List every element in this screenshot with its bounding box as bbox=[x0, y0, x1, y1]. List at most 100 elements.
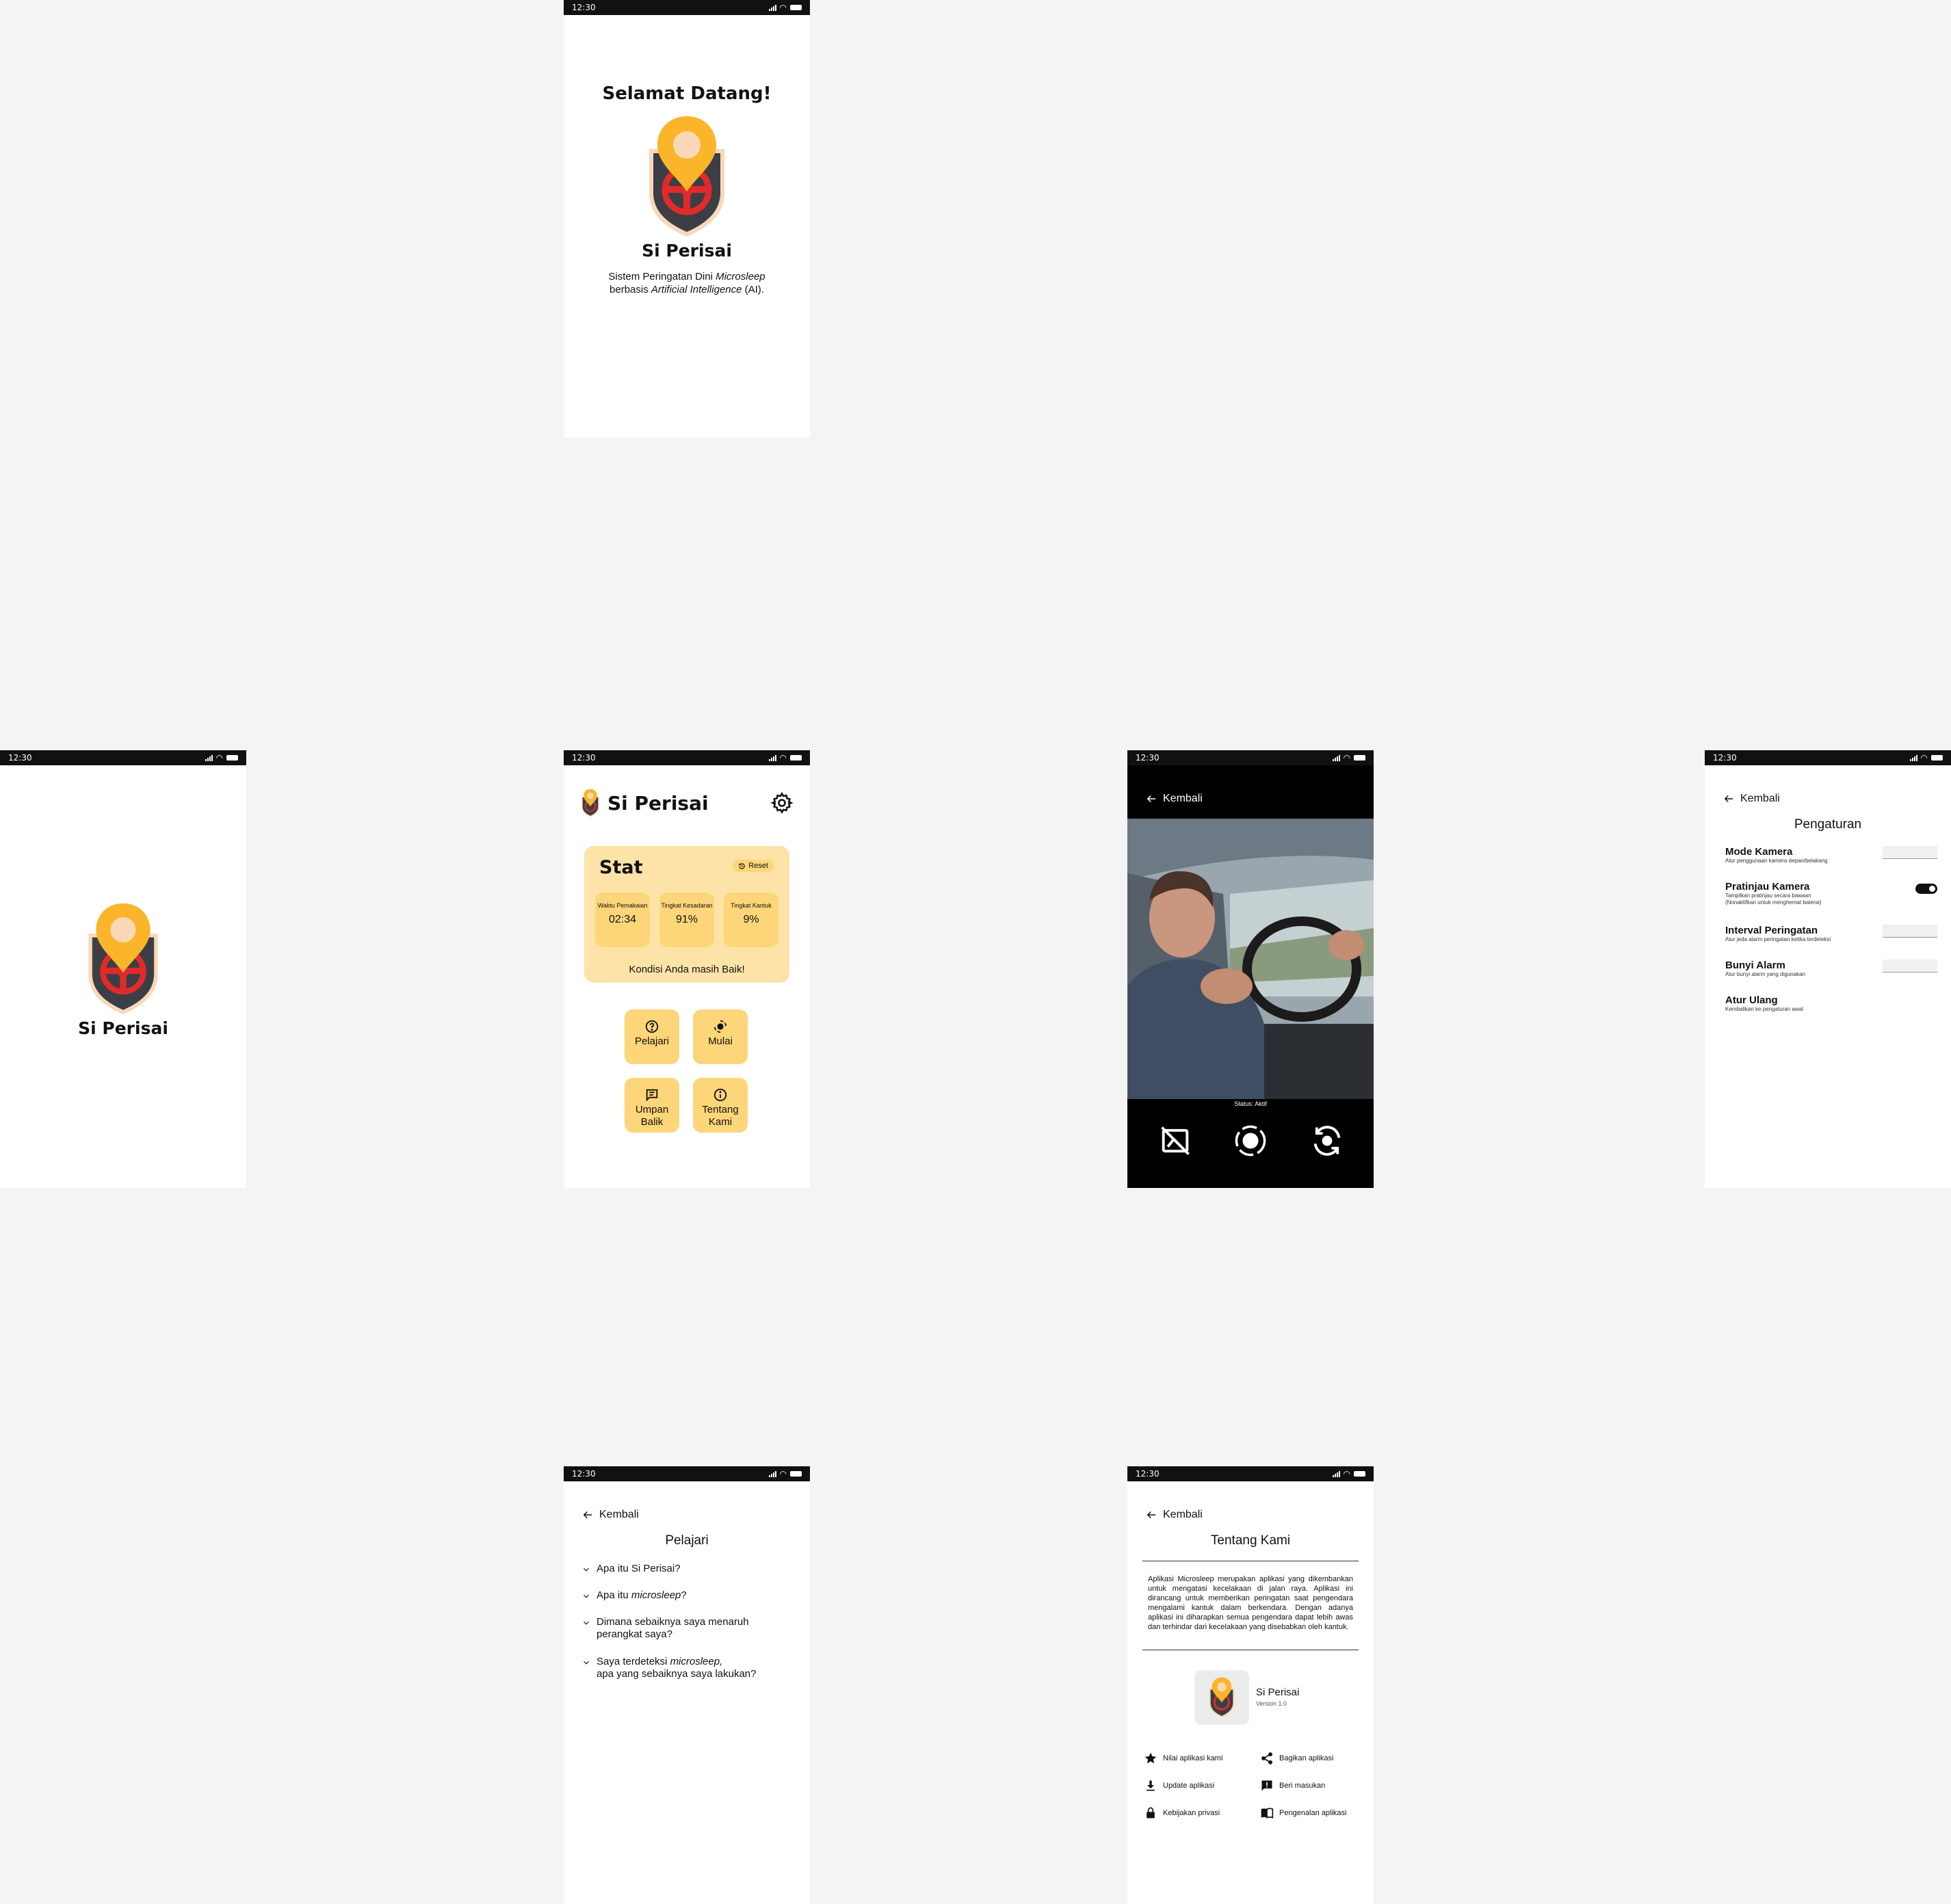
app-logo bbox=[88, 903, 158, 1015]
learn-button[interactable]: Pelajari bbox=[625, 1009, 679, 1064]
tagline-text: (AI). bbox=[742, 284, 764, 295]
arrow-left-icon bbox=[1147, 795, 1155, 803]
status-icons: ◠ bbox=[1332, 1469, 1365, 1479]
setting-name: Atur Ulang bbox=[1725, 994, 1778, 1006]
back-button[interactable]: Kembali bbox=[1705, 790, 1951, 808]
give-feedback-link[interactable]: Beri masukan bbox=[1260, 1779, 1325, 1793]
start-button[interactable]: Mulai bbox=[693, 1009, 748, 1064]
stat-label: Tingkat Kesadaran bbox=[661, 902, 713, 909]
camera-status: Status: Aktif bbox=[1234, 1100, 1267, 1107]
app-name: Si Perisai bbox=[642, 241, 732, 261]
status-icons: ◠ bbox=[768, 3, 802, 12]
faq-italic: microsleep bbox=[631, 1589, 681, 1601]
action-label: Bagikan aplikasi bbox=[1279, 1754, 1334, 1762]
faq-item[interactable]: Apa itu Si Perisai? bbox=[581, 1563, 794, 1575]
status-bar: 12:30 ◠ bbox=[1705, 750, 1951, 765]
settings-screen: 12:30 ◠ Kembali Pengaturan Mode Kamera A… bbox=[1705, 750, 1951, 1188]
tile-label: Umpan Balik bbox=[635, 1104, 669, 1128]
status-bar: 12:30 ◠ bbox=[1127, 1466, 1374, 1481]
stat-awareness: Tingkat Kesadaran 91% bbox=[659, 892, 714, 947]
faq-question: Apa itu microsleep? bbox=[597, 1589, 687, 1602]
history-icon bbox=[739, 862, 745, 869]
home-title: Si Perisai bbox=[607, 791, 709, 815]
feedback-icon bbox=[1261, 1780, 1272, 1791]
status-time: 12:30 bbox=[572, 3, 596, 12]
back-button[interactable]: Kembali bbox=[1127, 1506, 1374, 1524]
faq-item[interactable]: Apa itu microsleep? bbox=[581, 1589, 794, 1602]
condition-text: Kondisi Anda masih Baik! bbox=[629, 964, 745, 975]
stat-value: 9% bbox=[743, 914, 759, 925]
setting-alert-interval[interactable]: Interval Peringatan Atur jeda alarm peri… bbox=[1725, 925, 1937, 943]
tagline-text: berbasis bbox=[610, 284, 651, 295]
update-app-link[interactable]: Update aplikasi bbox=[1144, 1779, 1214, 1793]
status-bar: 12:30 ◠ bbox=[1127, 750, 1374, 765]
arrow-left-icon bbox=[1724, 795, 1733, 803]
gear-icon[interactable] bbox=[770, 791, 794, 815]
camera-preview-toggle[interactable] bbox=[1915, 884, 1937, 894]
back-label: Kembali bbox=[1163, 1509, 1203, 1520]
faq-question: Saya terdeteksi microsleep, apa yang seba… bbox=[597, 1656, 757, 1680]
camera-mode-select[interactable] bbox=[1883, 846, 1937, 859]
home-screen: 12:30 ◠ Si Perisai Stat Reset Waktu Pema… bbox=[564, 750, 810, 1188]
stat-title: Stat bbox=[599, 857, 643, 878]
status-bar: 12:30 ◠ bbox=[564, 750, 810, 765]
welcome-screen: 12:30 ◠ Selamat Datang! Si Perisai Siste… bbox=[564, 0, 810, 438]
chevron-down-icon bbox=[584, 1568, 589, 1572]
learn-screen: 12:30 ◠ Kembali Pelajari Apa itu Si Peri… bbox=[564, 1466, 810, 1904]
share-icon bbox=[1261, 1752, 1272, 1764]
camera-off-icon[interactable] bbox=[1157, 1123, 1193, 1159]
alert-interval-select[interactable] bbox=[1883, 925, 1937, 938]
stat-drowsiness: Tingkat Kantuk 9% bbox=[724, 892, 778, 947]
stat-value: 02:34 bbox=[608, 914, 637, 925]
action-label: Beri masukan bbox=[1279, 1782, 1326, 1790]
lock-icon bbox=[1147, 1807, 1155, 1819]
status-bar: 12:30 ◠ bbox=[564, 1466, 810, 1481]
setting-name: Pratinjau Kamera bbox=[1725, 881, 1810, 892]
back-label: Kembali bbox=[1163, 793, 1203, 804]
about-description: Aplikasi Microsleep merupakan aplikasi y… bbox=[1148, 1575, 1353, 1631]
setting-camera-preview[interactable]: Pratinjau Kamera Tampilkan pratinjau sec… bbox=[1725, 881, 1937, 906]
faq-item[interactable]: Dimana sebaiknya saya menaruh perangkat … bbox=[581, 1616, 794, 1641]
back-label: Kembali bbox=[599, 1509, 639, 1520]
setting-reset[interactable]: Atur Ulang Kembalikan ke pengaturan awal bbox=[1725, 994, 1937, 1013]
page-title: Tentang Kami bbox=[1210, 1533, 1291, 1548]
status-time: 12:30 bbox=[572, 1469, 596, 1479]
setting-alarm-sound[interactable]: Bunyi Alarm Atur bunyi alarm yang diguna… bbox=[1725, 960, 1937, 978]
tagline-italic: Artificial Intelligence bbox=[651, 284, 742, 295]
help-circle-icon bbox=[645, 1020, 659, 1033]
app-logo bbox=[649, 116, 724, 237]
status-icons: ◠ bbox=[1332, 753, 1365, 763]
faq-item[interactable]: Saya terdeteksi microsleep, apa yang seba… bbox=[581, 1656, 794, 1680]
rate-app-link[interactable]: Nilai aplikasi kami bbox=[1144, 1751, 1222, 1765]
about-button[interactable]: Tentang Kami bbox=[693, 1078, 748, 1133]
tagline-italic: Microsleep bbox=[716, 271, 765, 282]
faq-question: Apa itu Si Perisai? bbox=[597, 1563, 681, 1574]
faq-question: Dimana sebaiknya saya menaruh perangkat … bbox=[597, 1616, 749, 1640]
back-button[interactable]: Kembali bbox=[564, 1506, 810, 1524]
feedback-button[interactable]: Umpan Balik bbox=[625, 1078, 679, 1133]
back-label: Kembali bbox=[1740, 793, 1780, 804]
record-icon[interactable] bbox=[1233, 1123, 1268, 1159]
reset-button[interactable]: Reset bbox=[732, 860, 774, 872]
app-logo bbox=[1209, 1677, 1235, 1718]
privacy-policy-link[interactable]: Kebijakan privasi bbox=[1144, 1806, 1220, 1820]
camera-preview bbox=[1127, 819, 1374, 1099]
camera-screen: 12:30 ◠ Kembali Status: Aktif bbox=[1127, 750, 1374, 1188]
switch-camera-icon[interactable] bbox=[1309, 1123, 1345, 1159]
back-button[interactable]: Kembali bbox=[1127, 790, 1374, 808]
setting-desc: (Nonaktifkan untuk menghemat baterai) bbox=[1725, 899, 1822, 905]
action-label: Kebijakan privasi bbox=[1163, 1809, 1220, 1817]
welcome-title: Selamat Datang! bbox=[602, 83, 772, 104]
alarm-sound-select[interactable] bbox=[1883, 960, 1937, 973]
share-app-link[interactable]: Bagikan aplikasi bbox=[1260, 1751, 1334, 1765]
arrow-left-icon bbox=[583, 1511, 592, 1519]
faq-italic: microsleep, bbox=[670, 1656, 723, 1667]
faq-text: Saya terdeteksi bbox=[597, 1656, 670, 1667]
status-icons: ◠ bbox=[205, 753, 238, 763]
tagline-text: Sistem Peringatan Dini bbox=[608, 271, 716, 282]
status-bar: 12:30 ◠ bbox=[0, 750, 246, 765]
page-title: Pengaturan bbox=[1794, 817, 1862, 832]
app-intro-link[interactable]: Pengenalan aplikasi bbox=[1260, 1806, 1346, 1820]
chevron-down-icon bbox=[584, 1661, 589, 1665]
setting-camera-mode[interactable]: Mode Kamera Atur penggunaan kamera depan… bbox=[1725, 846, 1937, 864]
